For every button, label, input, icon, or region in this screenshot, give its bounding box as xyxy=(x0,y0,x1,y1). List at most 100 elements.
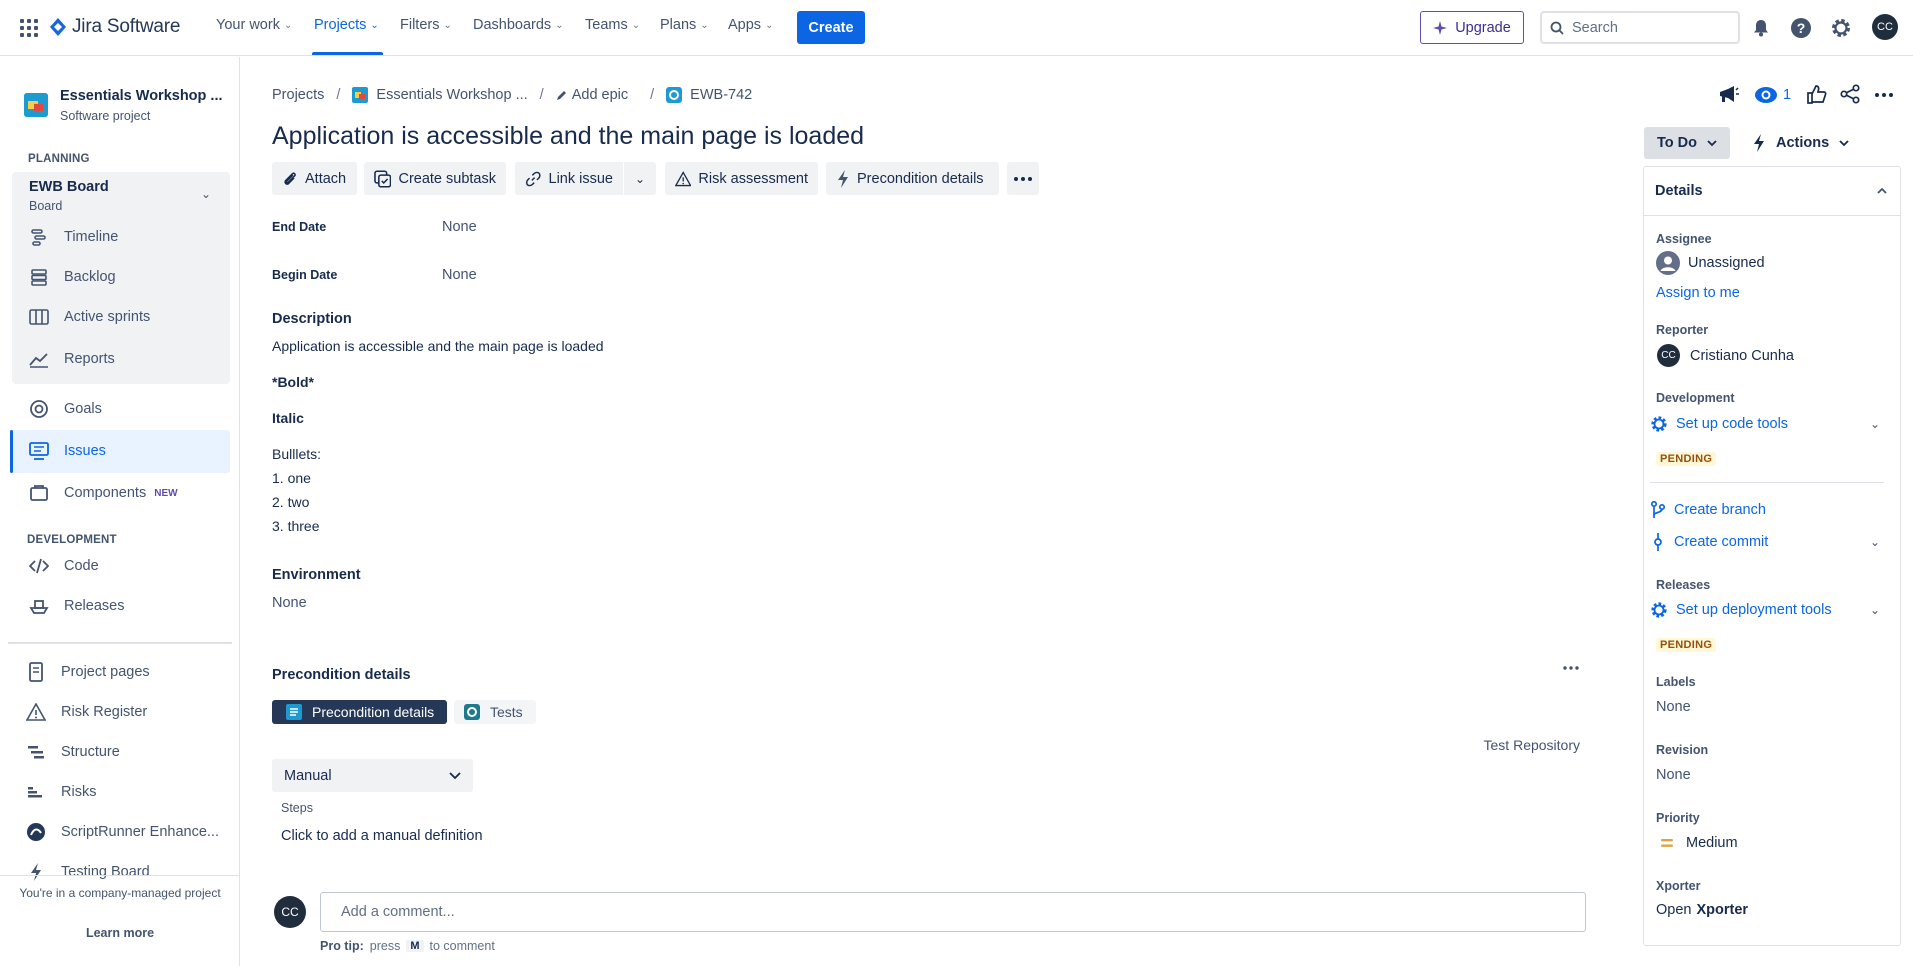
nav-your-work[interactable]: Your work ⌄ xyxy=(216,17,292,33)
search-input[interactable]: Search xyxy=(1540,11,1740,44)
sidebar-item-backlog[interactable]: Backlog xyxy=(28,265,116,289)
notifications-bell-icon[interactable] xyxy=(1748,15,1774,41)
setup-code-tools-link[interactable]: Set up code tools ⌄ xyxy=(1650,415,1880,433)
nav-apps[interactable]: Apps ⌄ xyxy=(728,17,773,33)
upgrade-button[interactable]: Upgrade xyxy=(1420,11,1524,44)
sidebar-item-project-pages[interactable]: Project pages xyxy=(25,660,150,684)
link-issue-dropdown[interactable]: ⌄ xyxy=(624,162,656,195)
sidebar-item-active-sprints[interactable]: Active sprints xyxy=(28,305,150,329)
nav-projects[interactable]: Projects ⌄ xyxy=(314,17,379,33)
description-line[interactable]: Application is accessible and the main p… xyxy=(272,338,604,354)
priority-field[interactable]: Medium xyxy=(1660,835,1738,851)
more-dots-icon[interactable] xyxy=(1875,93,1893,97)
nav-dashboards[interactable]: Dashboards ⌄ xyxy=(473,17,564,33)
status-dropdown[interactable]: To Do xyxy=(1644,127,1730,159)
jira-diamond-icon xyxy=(50,18,66,36)
sidebar-item-timeline[interactable]: Timeline xyxy=(28,225,118,249)
sidebar-divider xyxy=(8,642,232,644)
sidebar-item-issues[interactable]: Issues xyxy=(28,439,106,463)
revision-value[interactable]: None xyxy=(1656,767,1691,783)
learn-more-link[interactable]: Learn more xyxy=(0,926,240,940)
issue-title[interactable]: Application is accessible and the main p… xyxy=(272,122,864,151)
test-repository-link[interactable]: Test Repository xyxy=(1420,737,1580,753)
reporter-value: Cristiano Cunha xyxy=(1690,347,1794,364)
nav-plans[interactable]: Plans ⌄ xyxy=(660,17,709,33)
sidebar-item-releases[interactable]: Releases xyxy=(28,594,124,618)
description-list-item[interactable]: 3. three xyxy=(272,518,319,534)
jira-logo[interactable]: Jira Software xyxy=(50,16,180,38)
sidebar-item-label: Releases xyxy=(64,598,125,614)
sidebar-item-testing-board[interactable]: Testing Board xyxy=(25,860,150,884)
project-name[interactable]: Essentials Workshop ... xyxy=(60,88,223,104)
attach-button[interactable]: Attach xyxy=(272,162,357,195)
description-list-item[interactable]: 2. two xyxy=(272,494,309,510)
feedback-megaphone-icon[interactable] xyxy=(1717,84,1739,106)
tab-tests[interactable]: Tests xyxy=(454,700,536,724)
details-list-icon xyxy=(286,704,302,720)
comment-input[interactable]: Add a comment... xyxy=(320,892,1586,932)
add-manual-definition[interactable]: Click to add a manual definition xyxy=(281,828,483,844)
nav-label: Plans xyxy=(660,17,697,33)
breadcrumb-project[interactable]: Essentials Workshop ... xyxy=(352,87,528,103)
more-actions-button[interactable] xyxy=(1007,162,1039,195)
sidebar-item-risk-register[interactable]: Risk Register xyxy=(25,700,147,724)
sidebar-item-scriptrunner[interactable]: ScriptRunner Enhance... xyxy=(25,820,219,844)
precondition-details-button[interactable]: Precondition details xyxy=(826,162,999,195)
help-icon[interactable]: ? xyxy=(1788,15,1814,41)
actions-dropdown[interactable]: Actions xyxy=(1744,127,1857,159)
sidebar-item-risks[interactable]: Risks xyxy=(25,780,96,804)
breadcrumb-projects[interactable]: Projects xyxy=(272,87,324,103)
board-name[interactable]: EWB Board xyxy=(29,179,109,195)
precondition-type-select[interactable]: Manual xyxy=(272,759,473,792)
description-list-item[interactable]: 1. one xyxy=(272,470,311,486)
create-commit-link[interactable]: Create commit ⌄ xyxy=(1650,533,1880,551)
chevron-down-icon: ⌄ xyxy=(1869,535,1880,549)
create-branch-link[interactable]: Create branch xyxy=(1650,501,1766,519)
search-icon xyxy=(1550,21,1564,35)
settings-gear-icon[interactable] xyxy=(1828,15,1854,41)
open-xporter-link[interactable]: Open Xporter xyxy=(1656,902,1748,918)
description-bullets-label[interactable]: Bulllets: xyxy=(272,446,321,462)
assignee-field[interactable]: Unassigned xyxy=(1656,251,1765,275)
nav-filters[interactable]: Filters ⌄ xyxy=(400,17,452,33)
user-avatar[interactable]: CC xyxy=(1872,14,1898,40)
setup-deployment-tools-link[interactable]: Set up deployment tools ⌄ xyxy=(1650,601,1880,619)
create-button[interactable]: Create xyxy=(797,11,865,44)
tab-label: Tests xyxy=(490,704,523,720)
sidebar-item-reports[interactable]: Reports xyxy=(28,347,115,371)
chevron-down-icon: ⌄ xyxy=(443,19,452,31)
pro-tip-text: press xyxy=(369,939,401,953)
precondition-more-icon[interactable] xyxy=(1563,666,1579,670)
chevron-down-icon: ⌄ xyxy=(765,19,774,31)
add-epic-link[interactable]: Add epic xyxy=(556,87,628,103)
link-issue-button[interactable]: Link issue xyxy=(515,162,623,195)
watch-eye-icon[interactable] xyxy=(1754,84,1778,106)
sidebar-item-structure[interactable]: Structure xyxy=(25,740,120,764)
backlog-icon xyxy=(28,266,50,288)
project-avatar-icon xyxy=(24,93,48,117)
assign-to-me-link[interactable]: Assign to me xyxy=(1656,285,1740,301)
thumbs-up-icon[interactable] xyxy=(1807,84,1827,104)
sidebar-item-components[interactable]: Components NEW xyxy=(28,481,178,505)
sidebar-item-goals[interactable]: Goals xyxy=(28,397,102,421)
environment-value[interactable]: None xyxy=(272,595,307,611)
risk-assessment-button[interactable]: Risk assessment xyxy=(665,162,818,195)
watchers-count[interactable]: 1 xyxy=(1783,87,1791,103)
description-bold[interactable]: *Bold* xyxy=(272,374,314,390)
begin-date-value[interactable]: None xyxy=(442,267,477,283)
end-date-value[interactable]: None xyxy=(442,219,477,235)
project-sidebar: Essentials Workshop ... Software project… xyxy=(0,57,240,966)
reporter-field[interactable]: CC Cristiano Cunha xyxy=(1657,344,1794,367)
code-icon xyxy=(28,555,50,577)
breadcrumb-issue-key[interactable]: EWB-742 xyxy=(666,87,752,103)
tab-precondition-details[interactable]: Precondition details xyxy=(272,700,447,724)
labels-value[interactable]: None xyxy=(1656,699,1691,715)
chevron-down-icon[interactable]: ⌄ xyxy=(201,187,211,201)
details-header[interactable]: Details xyxy=(1643,166,1901,216)
app-switcher-icon[interactable] xyxy=(20,19,38,37)
description-italic[interactable]: Italic xyxy=(272,410,304,426)
nav-teams[interactable]: Teams ⌄ xyxy=(585,17,640,33)
sidebar-item-code[interactable]: Code xyxy=(28,554,99,578)
create-subtask-button[interactable]: Create subtask xyxy=(364,162,506,195)
share-icon[interactable] xyxy=(1840,84,1860,104)
